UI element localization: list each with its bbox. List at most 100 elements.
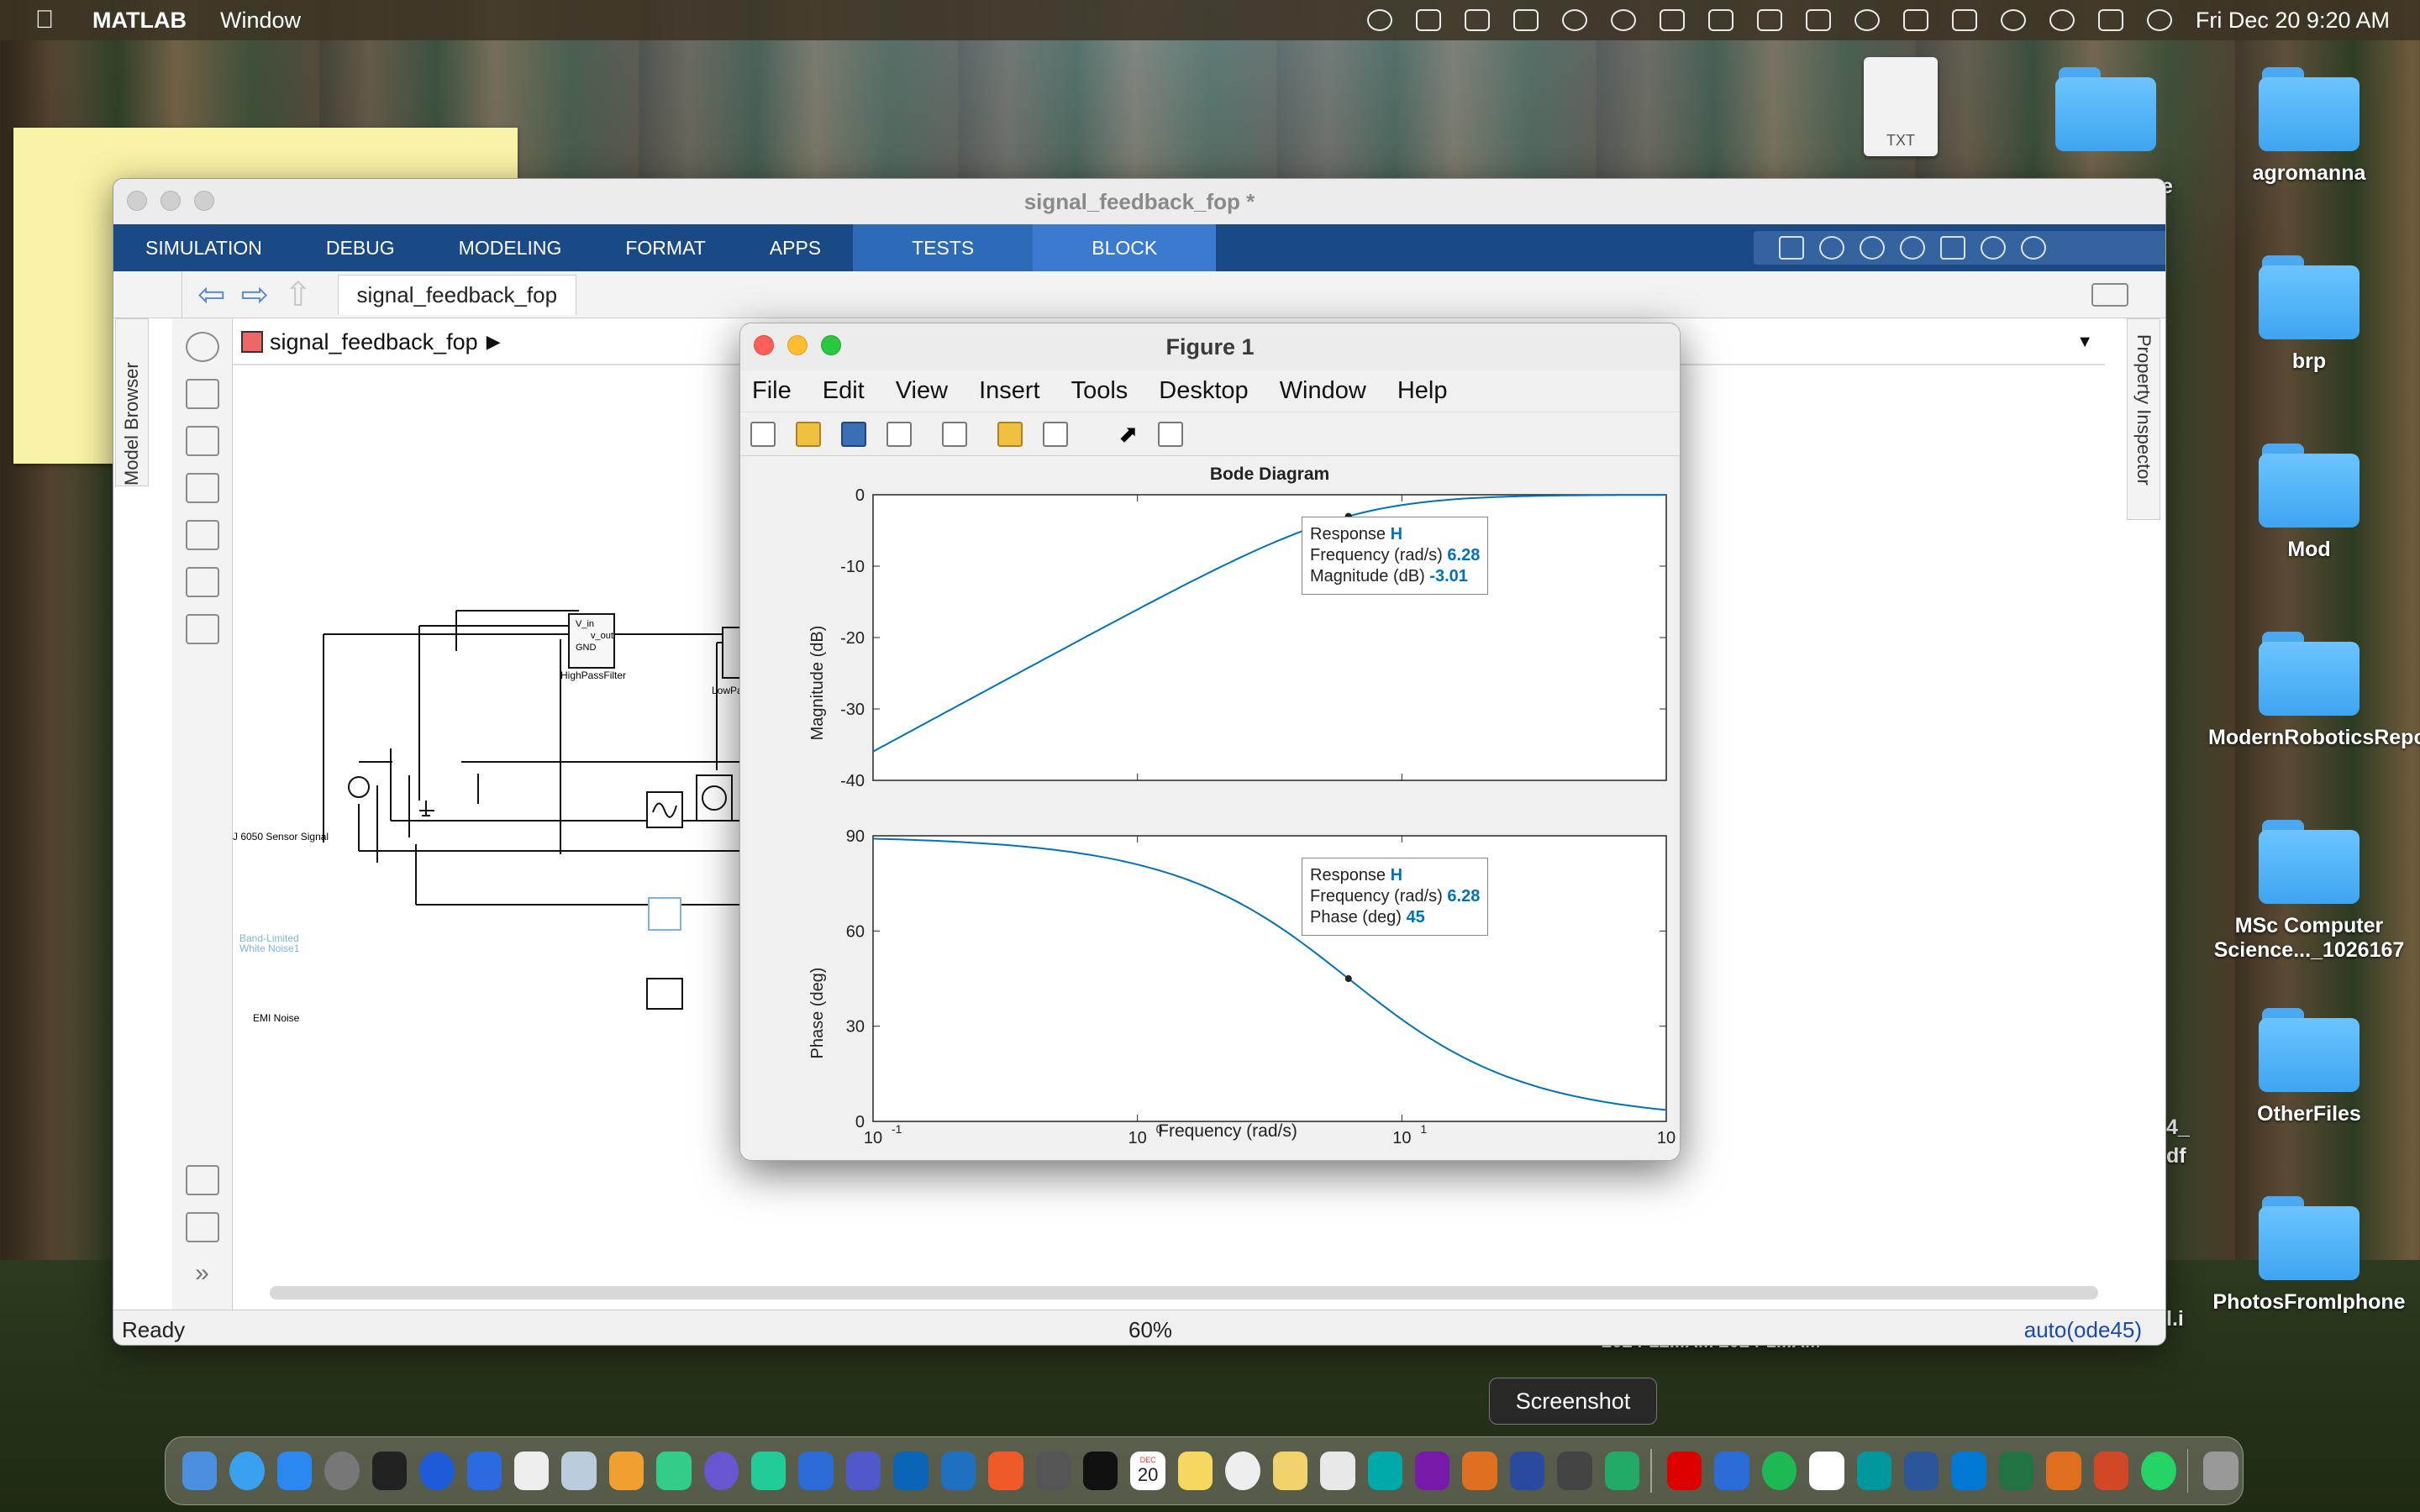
menu-window[interactable]: Window xyxy=(1280,377,1366,405)
pen-icon[interactable] xyxy=(1805,9,1831,31)
chatgpt-icon[interactable] xyxy=(1366,9,1392,31)
outlook-icon[interactable] xyxy=(1512,9,1539,31)
app-icon[interactable] xyxy=(1604,1452,1640,1490)
menu-desktop[interactable]: Desktop xyxy=(1159,377,1248,405)
simulink-title-bar[interactable]: signal_feedback_fop * xyxy=(113,179,2165,224)
datatip-magnitude[interactable]: Response H Frequency (rad/s) 6.28 Magnit… xyxy=(1302,517,1489,595)
link-plot-icon[interactable] xyxy=(942,421,967,447)
app-icon[interactable] xyxy=(988,1452,1023,1490)
expand-icon[interactable]: » xyxy=(186,1259,219,1289)
property-editor-icon[interactable] xyxy=(1158,421,1184,447)
launchpad-icon[interactable] xyxy=(608,1452,644,1490)
annotation-icon[interactable] xyxy=(185,520,219,550)
desktop-folder-brp[interactable]: brp xyxy=(2225,255,2393,374)
save-icon[interactable] xyxy=(841,421,866,447)
finder-icon[interactable] xyxy=(182,1452,218,1490)
model-explorer-icon[interactable] xyxy=(185,1212,219,1242)
app-icon[interactable] xyxy=(751,1452,786,1490)
txt-file-icon[interactable]: TXT xyxy=(1864,57,1938,156)
bode-diagram[interactable]: Bode Diagram Frequency (rad/s) Magnitude… xyxy=(740,456,1681,1161)
datatip-phase[interactable]: Response H Frequency (rad/s) 6.28 Phase … xyxy=(1302,858,1489,936)
print-icon[interactable] xyxy=(886,421,912,447)
horizontal-scrollbar[interactable] xyxy=(270,1286,2098,1299)
whatsapp-icon[interactable] xyxy=(2141,1452,2176,1490)
menu-help[interactable]: Help xyxy=(1397,377,1448,405)
close-button[interactable] xyxy=(127,191,147,211)
zoom-button[interactable] xyxy=(821,335,841,355)
word-icon[interactable] xyxy=(1903,1452,1939,1490)
app-icon[interactable] xyxy=(1509,1452,1545,1490)
minimize-button[interactable] xyxy=(160,191,181,211)
chevron-right-icon[interactable]: ▶ xyxy=(487,331,501,353)
up-arrow-icon[interactable]: ⇧ xyxy=(284,276,313,314)
matlab-icon[interactable] xyxy=(2046,1452,2081,1490)
notion-icon[interactable] xyxy=(1415,9,1441,31)
wifi-icon[interactable] xyxy=(2000,9,2026,31)
tab-debug[interactable]: DEBUG xyxy=(294,224,427,271)
teams-icon[interactable] xyxy=(1464,9,1490,31)
app-icon[interactable] xyxy=(466,1452,502,1490)
vscode-icon[interactable] xyxy=(1951,1452,1986,1490)
image-icon[interactable] xyxy=(185,567,219,597)
app-menu[interactable]: MATLAB xyxy=(92,8,187,34)
app-icon[interactable] xyxy=(1320,1452,1355,1490)
search-icon[interactable] xyxy=(1900,236,1925,260)
fit-to-view-icon[interactable] xyxy=(185,426,219,456)
emi-noise-block[interactable] xyxy=(646,978,683,1010)
zoom-button[interactable] xyxy=(194,191,214,211)
tab-tests[interactable]: TESTS xyxy=(853,224,1034,271)
menu-view[interactable]: View xyxy=(896,377,948,405)
hide-toolbar-icon[interactable] xyxy=(185,332,219,362)
system-settings-icon[interactable] xyxy=(324,1452,360,1490)
siri-icon[interactable] xyxy=(2146,9,2172,31)
onenote-icon[interactable] xyxy=(1414,1452,1450,1490)
chatgpt-icon[interactable] xyxy=(1225,1452,1260,1490)
excel-icon[interactable] xyxy=(1998,1452,2034,1490)
grammarly-icon[interactable] xyxy=(1561,9,1587,31)
help-icon[interactable] xyxy=(1981,236,2006,260)
terminal-icon[interactable] xyxy=(371,1452,408,1490)
textedit-icon[interactable] xyxy=(513,1452,550,1490)
teams-icon[interactable] xyxy=(845,1452,881,1490)
figure-title-bar[interactable]: Figure 1 xyxy=(740,323,1680,370)
cloud-icon[interactable] xyxy=(1610,9,1636,31)
app-icon[interactable] xyxy=(561,1452,597,1490)
minimize-button[interactable] xyxy=(787,335,808,355)
cursor-icon[interactable]: ⬈ xyxy=(1118,420,1138,448)
desktop-folder-msc[interactable]: MSc Computer Science..._1026167 xyxy=(2200,820,2418,963)
address-model-name[interactable]: signal_feedback_fop xyxy=(270,329,478,355)
menu-edit[interactable]: Edit xyxy=(823,377,865,405)
desktop-folder-partial[interactable] xyxy=(2022,67,2190,161)
battery-icon[interactable] xyxy=(1951,9,1977,31)
camera-icon[interactable] xyxy=(185,1165,219,1195)
app-icon[interactable] xyxy=(1367,1452,1402,1490)
arrow-direction-icon[interactable] xyxy=(185,473,219,503)
chevron-down-icon[interactable]: ▼ xyxy=(2076,333,2093,352)
drive-icon[interactable] xyxy=(1659,9,1685,31)
sum-block[interactable] xyxy=(348,776,370,798)
undo-icon[interactable] xyxy=(1819,236,1844,260)
spotify-icon[interactable] xyxy=(1761,1452,1797,1490)
model-browser-panel[interactable]: Model Browser xyxy=(115,318,149,486)
redo-icon[interactable] xyxy=(1860,236,1885,260)
tab-modeling[interactable]: MODELING xyxy=(427,224,594,271)
notes-icon[interactable] xyxy=(1177,1452,1213,1490)
window-menu[interactable]: Window xyxy=(220,8,301,34)
app-icon[interactable] xyxy=(798,1452,834,1490)
desktop-folder-modernrobotics[interactable]: ModernRoboticsReport xyxy=(2208,632,2420,750)
legend-icon[interactable] xyxy=(1043,421,1068,447)
tab-simulation[interactable]: SIMULATION xyxy=(113,224,294,271)
trash-icon[interactable] xyxy=(2203,1452,2238,1490)
user-icon[interactable] xyxy=(1854,9,1880,31)
control-center-icon[interactable] xyxy=(2097,9,2123,31)
zoom-level[interactable]: 60% xyxy=(1128,1317,1172,1343)
back-arrow-icon[interactable]: ⇦ xyxy=(197,276,226,314)
powerpoint-icon[interactable] xyxy=(2093,1452,2129,1490)
screenshot-icon[interactable] xyxy=(1557,1452,1592,1490)
tab-apps[interactable]: APPS xyxy=(738,224,853,271)
area-icon[interactable] xyxy=(185,614,219,644)
mute-icon[interactable] xyxy=(1707,9,1733,31)
wikipedia-icon[interactable] xyxy=(1083,1452,1118,1490)
tab-format[interactable]: FORMAT xyxy=(593,224,737,271)
app-store-icon[interactable] xyxy=(276,1452,313,1490)
